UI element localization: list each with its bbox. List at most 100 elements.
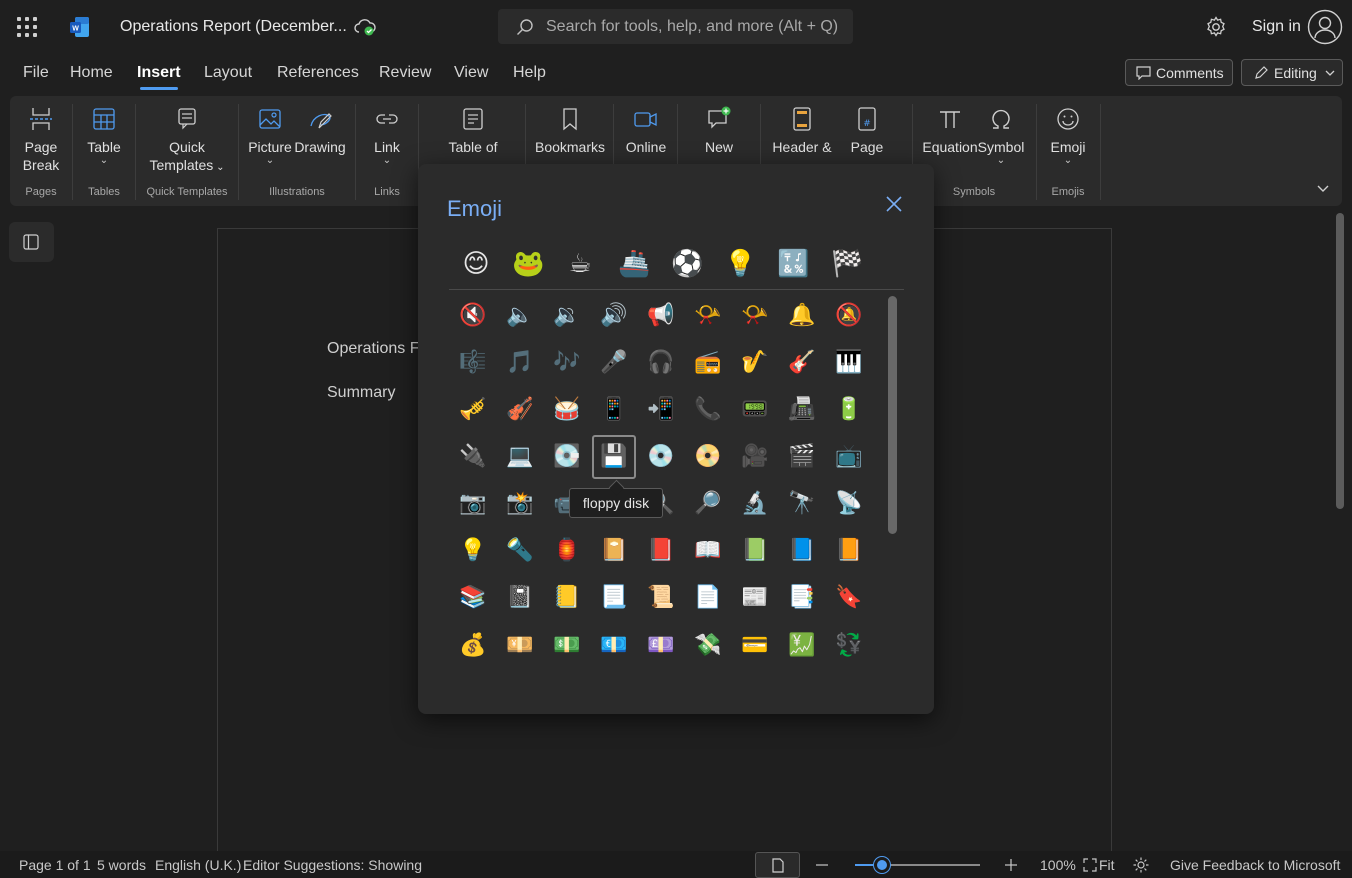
emoji-cell[interactable]: 📸 [498, 482, 542, 526]
document-scrollbar[interactable] [1336, 213, 1344, 509]
app-launcher-icon[interactable] [17, 17, 37, 37]
emoji-cell[interactable]: 💷 [639, 624, 683, 668]
picture-button[interactable]: Picture ⌄ [247, 106, 293, 166]
zoom-slider-thumb[interactable] [874, 857, 890, 873]
emoji-cell[interactable]: 💵 [545, 624, 589, 668]
navigation-pane-button[interactable] [9, 222, 54, 262]
editing-mode-button[interactable]: Editing [1241, 59, 1343, 86]
emoji-cell[interactable]: 💳 [733, 624, 777, 668]
emoji-cell[interactable]: 🎸 [780, 341, 824, 385]
emoji-cell[interactable]: 💻 [498, 435, 542, 479]
emoji-cell[interactable]: 📺 [827, 435, 871, 479]
emoji-cell[interactable]: 📡 [827, 482, 871, 526]
emoji-category-smileys[interactable]: 😊 [460, 248, 492, 280]
tab-help[interactable]: Help [513, 64, 546, 82]
zoom-in-icon[interactable] [1004, 858, 1018, 872]
emoji-cell[interactable]: 📗 [733, 529, 777, 573]
drawing-button[interactable]: Drawing [294, 106, 346, 156]
emoji-cell[interactable]: 📄 [686, 576, 730, 620]
emoji-cell[interactable]: 🔖 [827, 576, 871, 620]
emoji-cell[interactable]: 🎥 [733, 435, 777, 479]
emoji-cell[interactable]: 💾 [592, 435, 636, 479]
page-number-button[interactable]: # Page [844, 106, 890, 156]
bookmarks-button[interactable]: Bookmarks [534, 106, 606, 156]
emoji-cell[interactable]: 📘 [780, 529, 824, 573]
emoji-cell[interactable]: 🎻 [498, 388, 542, 432]
link-button[interactable]: Link ⌄ [366, 106, 408, 166]
emoji-cell[interactable]: 💱 [827, 624, 871, 668]
emoji-cell[interactable]: 📑 [780, 576, 824, 620]
emoji-cell[interactable]: 🎺 [451, 388, 495, 432]
table-button[interactable]: Table ⌄ [82, 106, 126, 166]
emoji-cell[interactable]: 🔭 [780, 482, 824, 526]
emoji-cell[interactable]: 🔉 [545, 294, 589, 338]
search-box[interactable] [498, 9, 853, 44]
emoji-cell[interactable]: 📢 [639, 294, 683, 338]
sign-in-link[interactable]: Sign in [1252, 18, 1301, 36]
give-feedback-link[interactable]: Give Feedback to Microsoft [1170, 857, 1340, 873]
emoji-cell[interactable]: 📙 [827, 529, 871, 573]
emoji-cell[interactable]: 🎹 [827, 341, 871, 385]
emoji-cell[interactable]: 💹 [780, 624, 824, 668]
tab-file[interactable]: File [23, 64, 49, 82]
emoji-cell[interactable]: 📖 [686, 529, 730, 573]
editor-suggestions[interactable]: Editor Suggestions: Showing [243, 857, 422, 873]
emoji-cell[interactable]: 🔌 [451, 435, 495, 479]
emoji-category-objects[interactable]: 💡 [724, 248, 756, 280]
page-break-button[interactable]: Page Break [18, 106, 64, 174]
emoji-cell[interactable]: 📞 [686, 388, 730, 432]
ribbon-expand-chevron-icon[interactable] [1316, 184, 1330, 194]
emoji-cell[interactable]: 📟 [733, 388, 777, 432]
emoji-cell[interactable]: 📻 [686, 341, 730, 385]
document-heading[interactable]: Operations F [327, 340, 419, 358]
emoji-cell[interactable]: 💰 [451, 624, 495, 668]
emoji-category-food[interactable]: ☕ [564, 248, 596, 280]
tab-review[interactable]: Review [379, 64, 431, 82]
comments-button[interactable]: Comments [1125, 59, 1233, 86]
emoji-category-animals[interactable]: 🐸 [512, 248, 544, 280]
tab-view[interactable]: View [454, 64, 488, 82]
emoji-cell[interactable]: 💡 [451, 529, 495, 573]
search-input[interactable] [546, 9, 846, 44]
emoji-cell[interactable]: 📲 [639, 388, 683, 432]
emoji-cell[interactable]: 🎤 [592, 341, 636, 385]
fit-button[interactable]: Fit [1099, 857, 1115, 873]
table-of-contents-button[interactable]: Table of [420, 106, 526, 156]
emoji-cell[interactable]: 💴 [498, 624, 542, 668]
emoji-cell[interactable]: 📓 [498, 576, 542, 620]
emoji-cell[interactable]: 🎷 [733, 341, 777, 385]
document-summary[interactable]: Summary [327, 384, 395, 402]
emoji-cell[interactable]: 📚 [451, 576, 495, 620]
emoji-cell[interactable]: 📀 [686, 435, 730, 479]
emoji-cell[interactable]: 💿 [639, 435, 683, 479]
emoji-button[interactable]: Emoji ⌄ [1046, 106, 1090, 166]
emoji-cell[interactable]: 📷 [451, 482, 495, 526]
emoji-cell[interactable]: 🎧 [639, 341, 683, 385]
avatar-icon[interactable] [1307, 9, 1343, 45]
emoji-cell[interactable]: 🎶 [545, 341, 589, 385]
emoji-cell[interactable]: 📱 [592, 388, 636, 432]
emoji-cell[interactable]: 📯 [733, 294, 777, 338]
emoji-cell[interactable]: 📒 [545, 576, 589, 620]
language-indicator[interactable]: English (U.K.) [155, 857, 241, 873]
emoji-cell[interactable]: 🔦 [498, 529, 542, 573]
emoji-cell[interactable]: 📃 [592, 576, 636, 620]
emoji-cell[interactable]: 🔬 [733, 482, 777, 526]
emoji-cell[interactable]: 🔎 [686, 482, 730, 526]
emoji-cell[interactable]: 🏮 [545, 529, 589, 573]
tab-layout[interactable]: Layout [204, 64, 252, 82]
zoom-out-icon[interactable] [815, 858, 829, 872]
word-count[interactable]: 5 words [97, 857, 146, 873]
emoji-cell[interactable]: 🔊 [592, 294, 636, 338]
emoji-cell[interactable]: 🔇 [451, 294, 495, 338]
close-icon[interactable] [884, 194, 904, 214]
online-video-button[interactable]: Online [622, 106, 670, 156]
emoji-cell[interactable]: 🔔 [780, 294, 824, 338]
page-count[interactable]: Page 1 of 1 [19, 857, 91, 873]
header-footer-button[interactable]: Header & [769, 106, 835, 156]
emoji-cell[interactable]: 🎬 [780, 435, 824, 479]
emoji-cell[interactable]: 📔 [592, 529, 636, 573]
emoji-cell[interactable]: 🎼 [451, 341, 495, 385]
emoji-category-travel[interactable]: 🚢 [618, 248, 650, 280]
symbol-button[interactable]: Symbol ⌄ [976, 106, 1026, 166]
